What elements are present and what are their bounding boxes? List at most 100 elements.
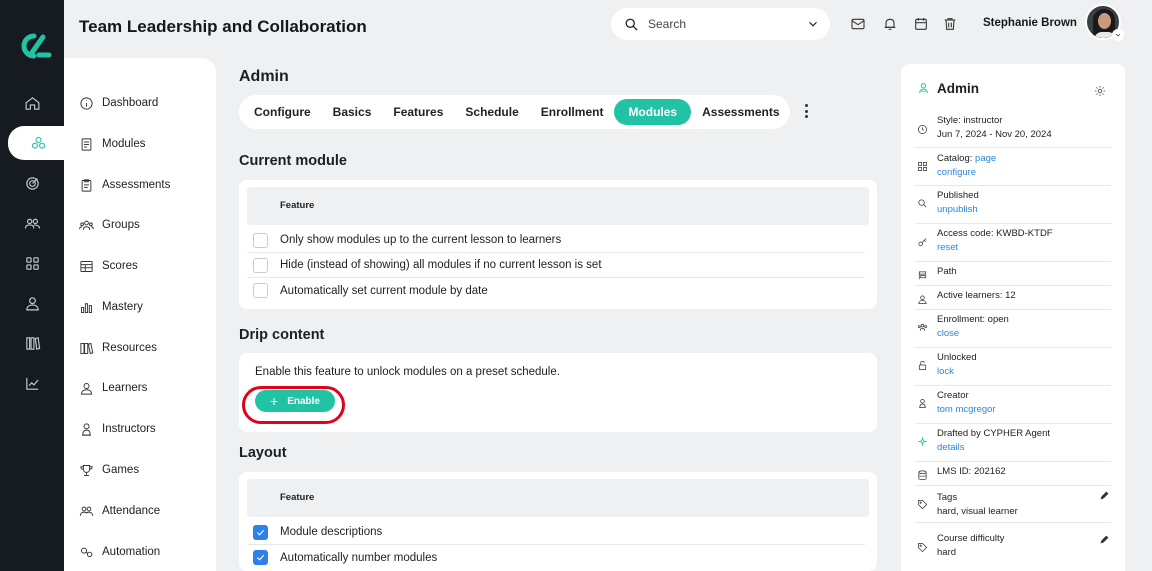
drip-content-title: Drip content: [239, 327, 325, 343]
search-input[interactable]: [648, 17, 788, 31]
bell-icon[interactable]: [882, 16, 898, 32]
rail-library-icon[interactable]: [0, 326, 64, 360]
feature-column-header: Feature: [280, 200, 315, 211]
tab-bar: Configure Basics Features Schedule Enrol…: [239, 95, 790, 129]
sidebar-item-label: Assessments: [102, 179, 171, 191]
enrollment-text: Enrollment: open: [937, 314, 1009, 325]
rail-analytics-icon[interactable]: [0, 366, 64, 400]
rail-user-icon[interactable]: [0, 286, 64, 320]
close-link[interactable]: close: [937, 328, 959, 339]
edit-difficulty-icon[interactable]: [1099, 532, 1110, 544]
tags-value: hard, visual learner: [937, 506, 1018, 517]
sidebar-item-label: Mastery: [102, 301, 143, 313]
layout-card: Feature Module descriptions Automaticall…: [239, 472, 877, 571]
rail-grid-icon[interactable]: [0, 246, 64, 280]
sidebar-item-dashboard[interactable]: Dashboard: [79, 92, 158, 114]
enrollment-group-icon: [917, 320, 928, 331]
table-row: Automatically set current module by date: [247, 278, 865, 303]
creator-link[interactable]: tom mcgregor: [937, 404, 996, 415]
published-row: Published unpublish: [915, 187, 1111, 224]
table-row: Module descriptions: [247, 520, 865, 545]
rail-home-icon[interactable]: [0, 86, 64, 120]
table-row: Hide (instead of showing) all modules if…: [247, 253, 865, 278]
sidebar-item-attendance[interactable]: Attendance: [79, 500, 160, 522]
mail-icon[interactable]: [850, 16, 866, 32]
feature-column-header: Feature: [280, 492, 315, 503]
search-icon: [625, 18, 638, 31]
key-icon: [917, 235, 928, 247]
access-code-text: Access code: KWBD-KTDF: [937, 228, 1053, 239]
catalog-page-link[interactable]: page: [975, 153, 996, 164]
sidebar-item-scores[interactable]: Scores: [79, 255, 138, 277]
database-icon: [917, 468, 928, 480]
tab-assessments[interactable]: Assessments: [691, 99, 790, 125]
sidebar-item-assessments[interactable]: Assessments: [79, 174, 170, 196]
app-logo[interactable]: [12, 30, 52, 62]
active-learners-text: Active learners: 12: [937, 290, 1016, 301]
row-label: Automatically set current module by date: [280, 284, 488, 297]
tags-label: Tags: [937, 492, 958, 503]
lms-id-row: LMS ID: 202162: [915, 463, 1111, 486]
sidebar-item-automation[interactable]: Automation: [79, 541, 160, 563]
sidebar-item-mastery[interactable]: Mastery: [79, 296, 143, 318]
row-label: Module descriptions: [280, 526, 383, 538]
unpublish-link[interactable]: unpublish: [937, 204, 978, 215]
chevron-down-icon[interactable]: [806, 17, 820, 31]
tab-schedule[interactable]: Schedule: [454, 99, 529, 125]
search-box[interactable]: [611, 8, 830, 40]
avatar-chevron-icon[interactable]: [1112, 29, 1124, 41]
document-icon: [81, 137, 92, 151]
more-options-icon[interactable]: [802, 103, 810, 119]
table-icon: [80, 260, 93, 272]
drafted-row: Drafted by CYPHER Agent details: [915, 425, 1111, 462]
tab-enrollment[interactable]: Enrollment: [530, 99, 615, 125]
lock-link[interactable]: lock: [937, 366, 954, 377]
user-name[interactable]: Stephanie Brown: [983, 17, 1077, 29]
sidebar-item-label: Modules: [102, 138, 146, 150]
sidebar-item-label: Attendance: [102, 505, 161, 517]
tab-configure[interactable]: Configure: [243, 99, 322, 125]
sidebar-item-groups[interactable]: Groups: [79, 214, 140, 236]
rail-people-icon[interactable]: [0, 206, 64, 240]
unlocked-row: Unlocked lock: [915, 349, 1111, 386]
trash-icon[interactable]: [942, 16, 958, 32]
admin-person-icon: [917, 82, 930, 95]
person-icon: [81, 382, 92, 395]
table-row: Only show modules up to the current less…: [247, 228, 865, 253]
gear-icon[interactable]: [1094, 84, 1106, 96]
details-link[interactable]: details: [937, 442, 964, 453]
path-icon: [917, 268, 928, 280]
info-circle-icon: [80, 96, 93, 110]
books-icon: [80, 342, 94, 354]
difficulty-label: Course difficulty: [937, 533, 1005, 544]
difficulty-tag-icon: [917, 540, 928, 553]
bar-chart-icon: [81, 302, 92, 313]
sidebar-item-learners[interactable]: Learners: [79, 377, 147, 399]
calendar-icon[interactable]: [913, 16, 929, 32]
catalog-configure-link[interactable]: configure: [937, 167, 976, 178]
published-text: Published: [937, 190, 979, 201]
checkbox[interactable]: [253, 550, 268, 565]
tab-modules[interactable]: Modules: [614, 99, 692, 125]
current-module-title: Current module: [239, 153, 347, 169]
table-header: Feature: [247, 187, 869, 225]
edit-tags-icon[interactable]: [1099, 488, 1110, 500]
checkbox[interactable]: [253, 257, 268, 273]
checkbox[interactable]: [253, 283, 268, 298]
tab-basics[interactable]: Basics: [322, 99, 383, 125]
group-icon: [79, 220, 94, 230]
difficulty-value: hard: [937, 547, 957, 558]
checkbox[interactable]: [253, 524, 268, 540]
creator-icon: [917, 396, 928, 408]
rail-target-icon[interactable]: [0, 166, 64, 200]
rail-courses-icon[interactable]: [8, 126, 68, 160]
date-range: Jun 7, 2024 - Nov 20, 2024: [937, 129, 1052, 140]
tab-features[interactable]: Features: [382, 99, 454, 125]
sidebar-item-instructors[interactable]: Instructors: [79, 418, 156, 440]
sidebar-item-modules[interactable]: Modules: [79, 133, 145, 155]
sidebar-item-resources[interactable]: Resources: [79, 337, 157, 359]
checkbox[interactable]: [253, 232, 268, 248]
reset-link[interactable]: reset: [937, 242, 958, 253]
clipboard-icon: [81, 178, 92, 192]
sidebar-item-games[interactable]: Games: [79, 459, 139, 481]
